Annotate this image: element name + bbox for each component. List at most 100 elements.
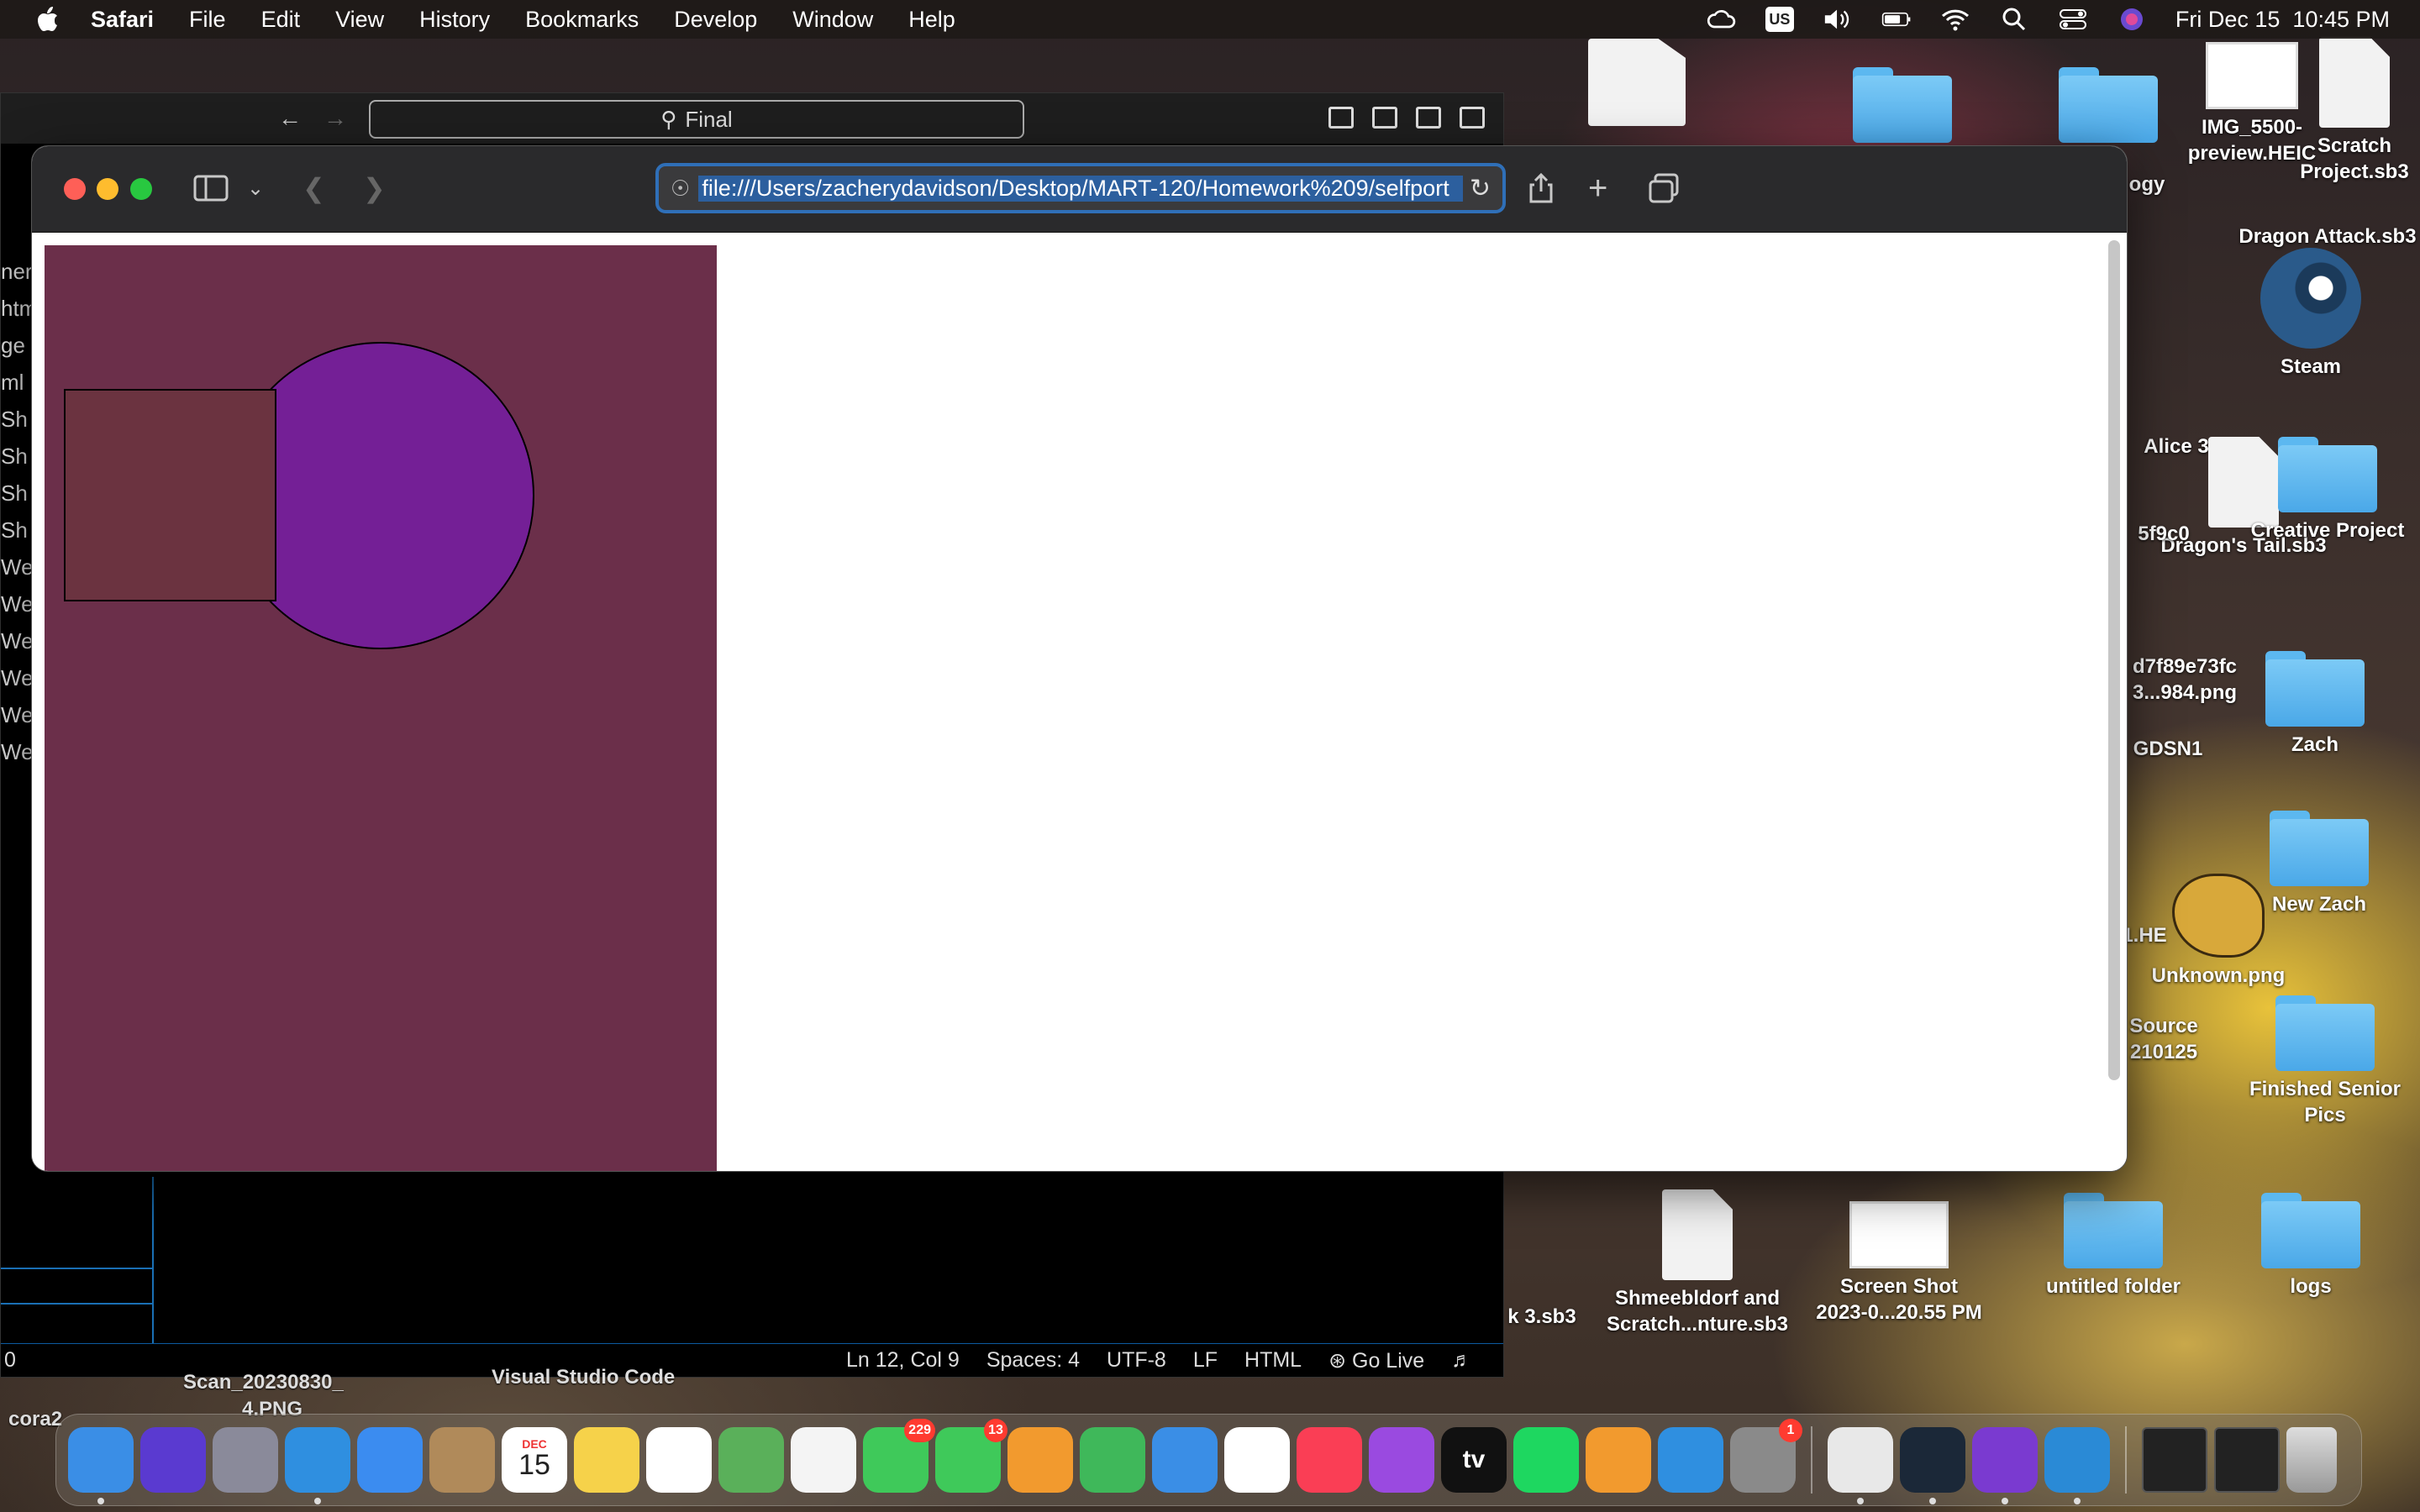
dock-maps-icon[interactable]: [718, 1427, 784, 1493]
desktop-icon-gdsn1[interactable]: GDSN1: [2118, 736, 2218, 762]
cursor-position[interactable]: Ln 12, Col 9: [846, 1348, 960, 1373]
encoding[interactable]: UTF-8: [1107, 1348, 1166, 1373]
toggle-sidebar-icon[interactable]: [1328, 107, 1354, 129]
menu-safari[interactable]: Safari: [91, 7, 154, 33]
desktop-icon-screen-shot[interactable]: Screen Shot 2023-0...20.55 PM: [1798, 1201, 2000, 1326]
dock-pages-icon[interactable]: [1007, 1427, 1073, 1493]
menu-develop[interactable]: Develop: [674, 7, 757, 33]
dock-launchpad-icon[interactable]: [213, 1427, 278, 1493]
menu-edit[interactable]: Edit: [261, 7, 301, 33]
dock-github-desktop-icon[interactable]: [1972, 1427, 2038, 1504]
desktop-icon-finished-senior-pics[interactable]: Finished Senior Pics: [2237, 995, 2413, 1128]
toggle-panel-icon[interactable]: [1372, 107, 1397, 129]
new-tab-icon[interactable]: +: [1588, 170, 1607, 207]
desktop-icon-5f9c0[interactable]: 5f9c0: [2118, 521, 2210, 547]
desktop-icon-logs[interactable]: logs: [2227, 1193, 2395, 1299]
desktop-icon-steam[interactable]: Steam: [2227, 248, 2395, 380]
dock-siri-icon[interactable]: [140, 1427, 206, 1493]
dock-photos-icon[interactable]: [791, 1427, 856, 1493]
dock-mail-icon[interactable]: [357, 1427, 423, 1493]
dock-vs-code-icon[interactable]: [2044, 1427, 2110, 1504]
spotlight-search-icon[interactable]: [1999, 7, 2029, 32]
safari-window[interactable]: ⌄ ❮ ❯ ☉ file:///Users/zacherydavidson/De…: [31, 145, 2128, 1172]
dock-tv-icon[interactable]: tv: [1441, 1427, 1507, 1493]
desktop-icon-untitled-folder[interactable]: untitled folder: [2029, 1193, 2197, 1299]
indentation[interactable]: Spaces: 4: [986, 1348, 1080, 1373]
desktop-icon-creative-project[interactable]: Creative Project: [2239, 437, 2416, 543]
calendar-day: 15: [518, 1449, 550, 1482]
dock-reminders-icon[interactable]: [646, 1427, 712, 1493]
dock-steam-icon[interactable]: [1900, 1427, 1965, 1504]
page-scrollbar[interactable]: [2108, 240, 2120, 1080]
dock-news-icon[interactable]: [1224, 1427, 1290, 1493]
address-bar[interactable]: ☉ file:///Users/zacherydavidson/Desktop/…: [655, 163, 1506, 213]
desktop-icon-dragon-attack[interactable]: Dragon Attack.sb3: [2227, 223, 2420, 249]
layout-controls: [1328, 107, 1485, 129]
dock-numbers-icon[interactable]: [1080, 1427, 1145, 1493]
customize-layout-icon[interactable]: [1460, 107, 1485, 129]
dock-app-store-icon[interactable]: [1658, 1427, 1723, 1493]
siri-icon[interactable]: [2117, 7, 2147, 32]
bell-icon[interactable]: ♬: [1451, 1348, 1472, 1373]
tab-overview-icon[interactable]: [1649, 171, 1679, 205]
dock-finder-icon[interactable]: [68, 1427, 134, 1504]
reload-icon[interactable]: ↻: [1470, 174, 1491, 203]
desktop-icon-ogy[interactable]: ogy: [2122, 171, 2172, 197]
folder-icon: [2059, 67, 2158, 143]
dock-podcasts-icon[interactable]: [1369, 1427, 1434, 1493]
desktop-icon-zach[interactable]: Zach: [2231, 651, 2399, 758]
menu-view[interactable]: View: [335, 7, 384, 33]
close-window-button[interactable]: [64, 178, 86, 200]
dock-contacts-icon[interactable]: [429, 1427, 495, 1493]
dock-spotify-icon[interactable]: [1513, 1427, 1579, 1493]
toggle-secondary-sidebar-icon[interactable]: [1416, 107, 1441, 129]
sidebar-toggle-icon[interactable]: [193, 171, 229, 205]
desktop-icon-source[interactable]: Source 210125: [2118, 1013, 2210, 1065]
language-mode[interactable]: HTML: [1244, 1348, 1302, 1373]
dock-music-icon[interactable]: [1297, 1427, 1362, 1493]
back-chevron-icon[interactable]: ❮: [302, 171, 325, 205]
menu-bookmarks[interactable]: Bookmarks: [525, 7, 639, 33]
menu-window[interactable]: Window: [792, 7, 873, 33]
share-icon[interactable]: [1528, 171, 1555, 205]
trash-icon[interactable]: [2286, 1427, 2337, 1493]
dock-recent-window-2[interactable]: [2214, 1427, 2280, 1493]
dock-books-icon[interactable]: [1586, 1427, 1651, 1493]
steam-icon: [2260, 248, 2361, 349]
zoom-window-button[interactable]: [130, 178, 152, 200]
dock-recent-window-1[interactable]: [2142, 1427, 2207, 1493]
menu-help[interactable]: Help: [908, 7, 955, 33]
dock-separator: [2125, 1426, 2127, 1494]
back-arrow-icon[interactable]: ←: [278, 105, 302, 132]
desktop-icon-scratch-project[interactable]: Scratch Project.sb3: [2279, 37, 2420, 185]
dock-messages-icon[interactable]: 229: [863, 1419, 935, 1493]
menubar-clock[interactable]: Fri Dec 15 10:45 PM: [2175, 7, 2390, 33]
command-center-search[interactable]: ⚲ Final: [369, 100, 1024, 139]
dock-system-settings-icon[interactable]: 1: [1730, 1419, 1802, 1493]
desktop-icon-k3[interactable]: k 3.sb3: [1496, 1304, 1588, 1330]
input-source-icon[interactable]: US: [1765, 7, 1794, 32]
control-center-icon[interactable]: [2058, 7, 2088, 32]
apple-icon[interactable]: [32, 4, 62, 34]
minimize-window-button[interactable]: [97, 178, 118, 200]
end-of-line[interactable]: LF: [1193, 1348, 1218, 1373]
url-text[interactable]: file:///Users/zacherydavidson/Desktop/MA…: [698, 175, 1464, 202]
forward-arrow-icon[interactable]: →: [324, 105, 347, 132]
volume-icon[interactable]: [1823, 7, 1853, 32]
dock-keynote-icon[interactable]: [1152, 1427, 1218, 1493]
battery-icon[interactable]: [1881, 7, 1912, 32]
dock-safari-icon[interactable]: [285, 1427, 350, 1504]
go-live-button[interactable]: ⊛ Go Live: [1328, 1348, 1424, 1373]
dock-facetime-icon[interactable]: 13: [935, 1419, 1007, 1493]
dock-calendar-icon[interactable]: DEC 15: [502, 1427, 567, 1493]
menu-file[interactable]: File: [189, 7, 226, 33]
running-indicator: [2002, 1498, 2008, 1504]
forward-chevron-icon[interactable]: ❯: [363, 171, 386, 205]
wifi-icon[interactable]: [1940, 7, 1970, 32]
creative-cloud-icon[interactable]: [1707, 7, 1737, 32]
desktop-icon-shmeebldorf[interactable]: Shmeebldorf and Scratch...nture.sb3: [1601, 1189, 1794, 1337]
dock-chrome-icon[interactable]: [1828, 1427, 1893, 1504]
dock-notes-icon[interactable]: [574, 1427, 639, 1493]
chevron-down-icon[interactable]: ⌄: [247, 171, 264, 205]
menu-history[interactable]: History: [419, 7, 490, 33]
